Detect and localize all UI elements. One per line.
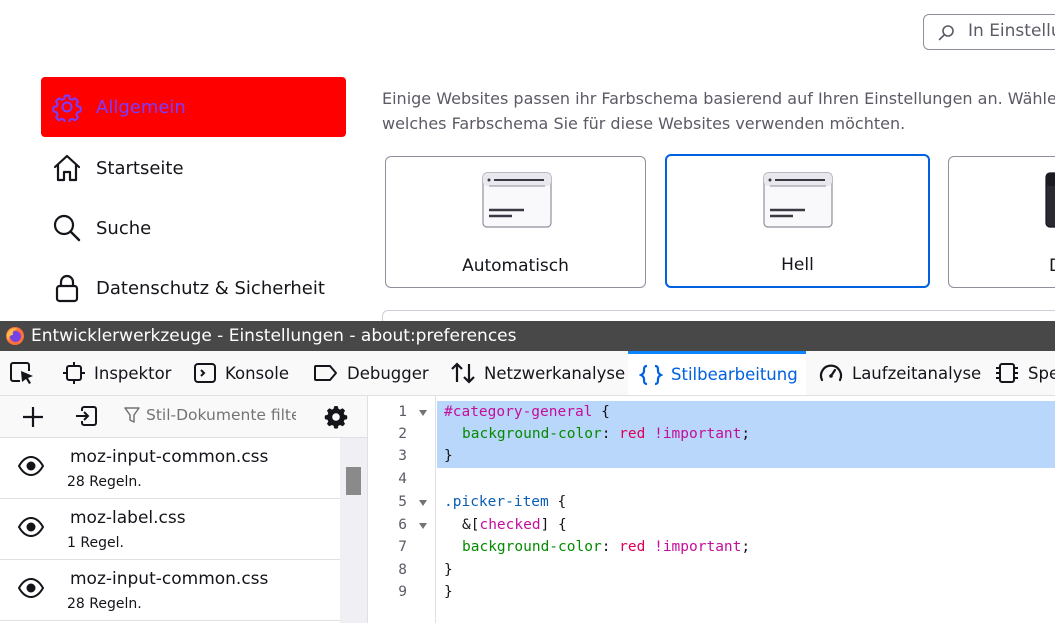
line-number: 3 [398,448,407,464]
code-line: #category-general { [444,404,610,420]
nav-item-startseite[interactable]: Startseite [41,138,346,198]
tab-netzwerkanalyse[interactable]: Netzwerkanalyse [450,351,625,395]
import-stylesheet-button[interactable] [71,402,101,432]
theme-preview-icon [763,172,833,228]
theme-preview-icon [482,172,552,228]
nav-item-label: Allgemein [96,96,186,118]
theme-card-label: Dunkel [949,256,1055,276]
eye-icon[interactable] [18,456,44,476]
stylesheet-rule-count: 1 Regel. [67,535,124,551]
new-stylesheet-button[interactable] [18,402,48,432]
next-section-box [382,310,1055,321]
line-number: 7 [398,539,407,555]
line-number: 8 [398,562,407,578]
code-line: background-color: red !important; [462,539,751,555]
stylesheet-rule-count: 28 Regeln. [67,474,142,490]
gear-icon [52,92,82,122]
tab-inspektor[interactable]: Inspektor [62,351,171,395]
performance-icon [818,361,844,385]
search-icon [52,213,82,243]
preferences-page: Allgemein Startseite Suche Datenschutz &… [0,0,1055,321]
search-icon [938,25,954,41]
stylesheet-item[interactable]: moz-input-common.css 28 Regeln. [0,560,340,621]
tab-speicher[interactable]: Speicher [994,351,1055,395]
eye-icon[interactable] [18,578,44,598]
style-editor-icon [639,363,663,387]
code-line: background-color: red !important; [462,426,751,442]
debugger-icon [313,361,339,385]
devtools-window: Entwicklerwerkzeuge - Einstellungen - ab… [0,321,1055,623]
tab-stilbearbeitung[interactable]: Stilbearbeitung [628,351,806,395]
code-line: } [444,562,453,578]
code-line: &[checked] { [462,517,567,533]
filter-input[interactable] [146,406,296,424]
theme-card-light[interactable]: Hell [665,154,930,288]
line-number: 5 [398,494,407,510]
fold-arrow-icon[interactable] [418,499,428,507]
nav-item-allgemein[interactable]: Allgemein [41,77,346,137]
tab-debugger[interactable]: Debugger [313,351,429,395]
code-editor[interactable]: 1 2 3 4 5 6 7 8 9 #category-general { ba… [369,396,1055,623]
search-input[interactable] [968,21,1055,41]
code-line: } [444,584,453,600]
stylesheet-name: moz-input-common.css [70,569,269,589]
sidebar-toolbar [0,396,367,438]
stylesheet-item[interactable]: moz-label.css 1 Regel. [0,499,340,560]
code-line: .picker-item { [444,494,567,510]
nav-item-label: Startseite [96,157,184,179]
tab-konsole[interactable]: Konsole [193,351,289,395]
gear-icon [324,406,348,429]
devtools-tabbar: Inspektor Konsole Debugger Netzwerkanaly… [0,351,1055,396]
import-icon [76,406,97,426]
console-icon [193,361,217,385]
theme-card-dark[interactable]: Dunkel [948,156,1055,288]
color-scheme-description: Einige Websites passen ihr Farbschema ba… [382,89,1055,133]
theme-preview-icon [1045,172,1055,228]
nav-item-label: Suche [96,217,152,239]
theme-card-automatic[interactable]: Automatisch [385,156,646,288]
network-icon [450,361,476,385]
line-number: 2 [398,426,407,442]
memory-icon [994,361,1020,385]
stylesheet-name: moz-input-common.css [70,447,269,467]
preferences-search[interactable] [923,14,1055,50]
filter-icon [124,407,140,423]
sidebar-scrollbar[interactable] [340,438,367,623]
devtools-title: Entwicklerwerkzeuge - Einstellungen - ab… [31,326,517,346]
nav-item-label: Datenschutz & Sicherheit [96,277,325,299]
firefox-logo-icon [6,327,24,345]
eye-icon[interactable] [18,517,44,537]
theme-card-label: Hell [781,255,814,275]
nav-item-datenschutz[interactable]: Datenschutz & Sicherheit [41,258,346,318]
devtools-titlebar: Entwicklerwerkzeuge - Einstellungen - ab… [0,321,1055,351]
element-picker-icon[interactable] [8,359,36,387]
editor-gutter: 1 2 3 4 5 6 7 8 9 [369,396,436,623]
fold-arrow-icon[interactable] [418,522,428,530]
home-icon [52,153,82,183]
theme-card-label: Automatisch [462,256,569,276]
line-number: 9 [398,584,407,600]
stylesheet-sidebar: moz-input-common.css 28 Regeln. moz-labe… [0,396,368,623]
stylesheet-name: moz-label.css [70,508,186,528]
line-number: 1 [398,404,407,420]
stylesheet-filter[interactable] [124,406,296,424]
scrollbar-thumb[interactable] [346,467,361,495]
code-line: } [444,448,453,464]
fold-arrow-icon[interactable] [418,409,428,417]
plus-icon [23,407,43,427]
line-number: 4 [398,471,407,487]
settings-button[interactable] [321,402,351,432]
lock-icon [52,273,82,303]
inspector-icon [62,361,86,385]
line-number: 6 [398,517,407,533]
stylesheet-item[interactable]: moz-input-common.css 28 Regeln. [0,438,340,499]
tab-laufzeitanalyse[interactable]: Laufzeitanalyse [818,351,981,395]
nav-item-suche[interactable]: Suche [41,198,346,258]
stylesheet-rule-count: 28 Regeln. [67,596,142,612]
